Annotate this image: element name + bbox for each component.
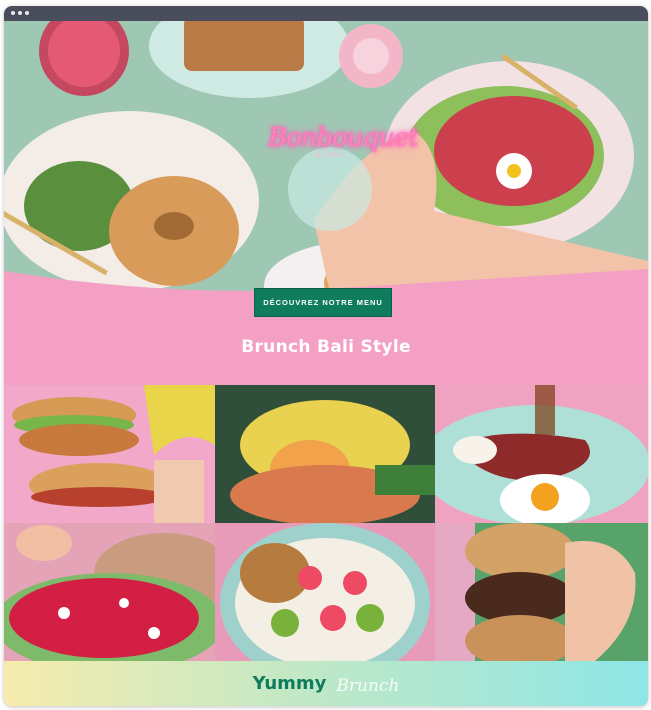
gallery-tile[interactable] <box>215 385 435 523</box>
avocado-toast-pomegranate-photo <box>4 523 215 661</box>
bacon-egg-plate-photo <box>435 385 648 523</box>
gallery-tile[interactable] <box>4 523 215 661</box>
gallery-tile[interactable] <box>435 523 648 661</box>
bagel-sandwich-photo <box>4 385 215 523</box>
granola-bowl-photo <box>215 523 435 661</box>
discover-menu-button[interactable]: DÉCOUVREZ NOTRE MENU <box>254 288 392 317</box>
cookie-stack-photo <box>435 523 648 661</box>
page-headline: Brunch Bali Style <box>241 337 411 357</box>
brand-logo[interactable]: Bonbouquet & CALI <box>268 123 419 183</box>
footer-banner: Yummy Brunch <box>4 661 648 706</box>
window-titlebar <box>4 6 648 21</box>
gallery-tile[interactable] <box>435 385 648 523</box>
browser-window: Bonbouquet & CALI DÉCOUVREZ NOTRE MENU B… <box>4 6 648 706</box>
window-dot-icon[interactable] <box>25 11 29 15</box>
gallery-tile[interactable] <box>4 385 215 523</box>
gallery-tile[interactable] <box>215 523 435 661</box>
window-dot-icon[interactable] <box>11 11 15 15</box>
page-content: Bonbouquet & CALI DÉCOUVREZ NOTRE MENU B… <box>4 21 648 706</box>
window-controls <box>11 11 29 15</box>
window-dot-icon[interactable] <box>18 11 22 15</box>
footer-title: Yummy <box>252 673 327 694</box>
eggs-benedict-photo <box>215 385 435 523</box>
logo-script-text: Bonbouquet <box>268 123 419 153</box>
food-gallery <box>4 385 648 661</box>
footer-script-text: Brunch <box>336 675 400 696</box>
pink-wave-band <box>4 269 648 389</box>
